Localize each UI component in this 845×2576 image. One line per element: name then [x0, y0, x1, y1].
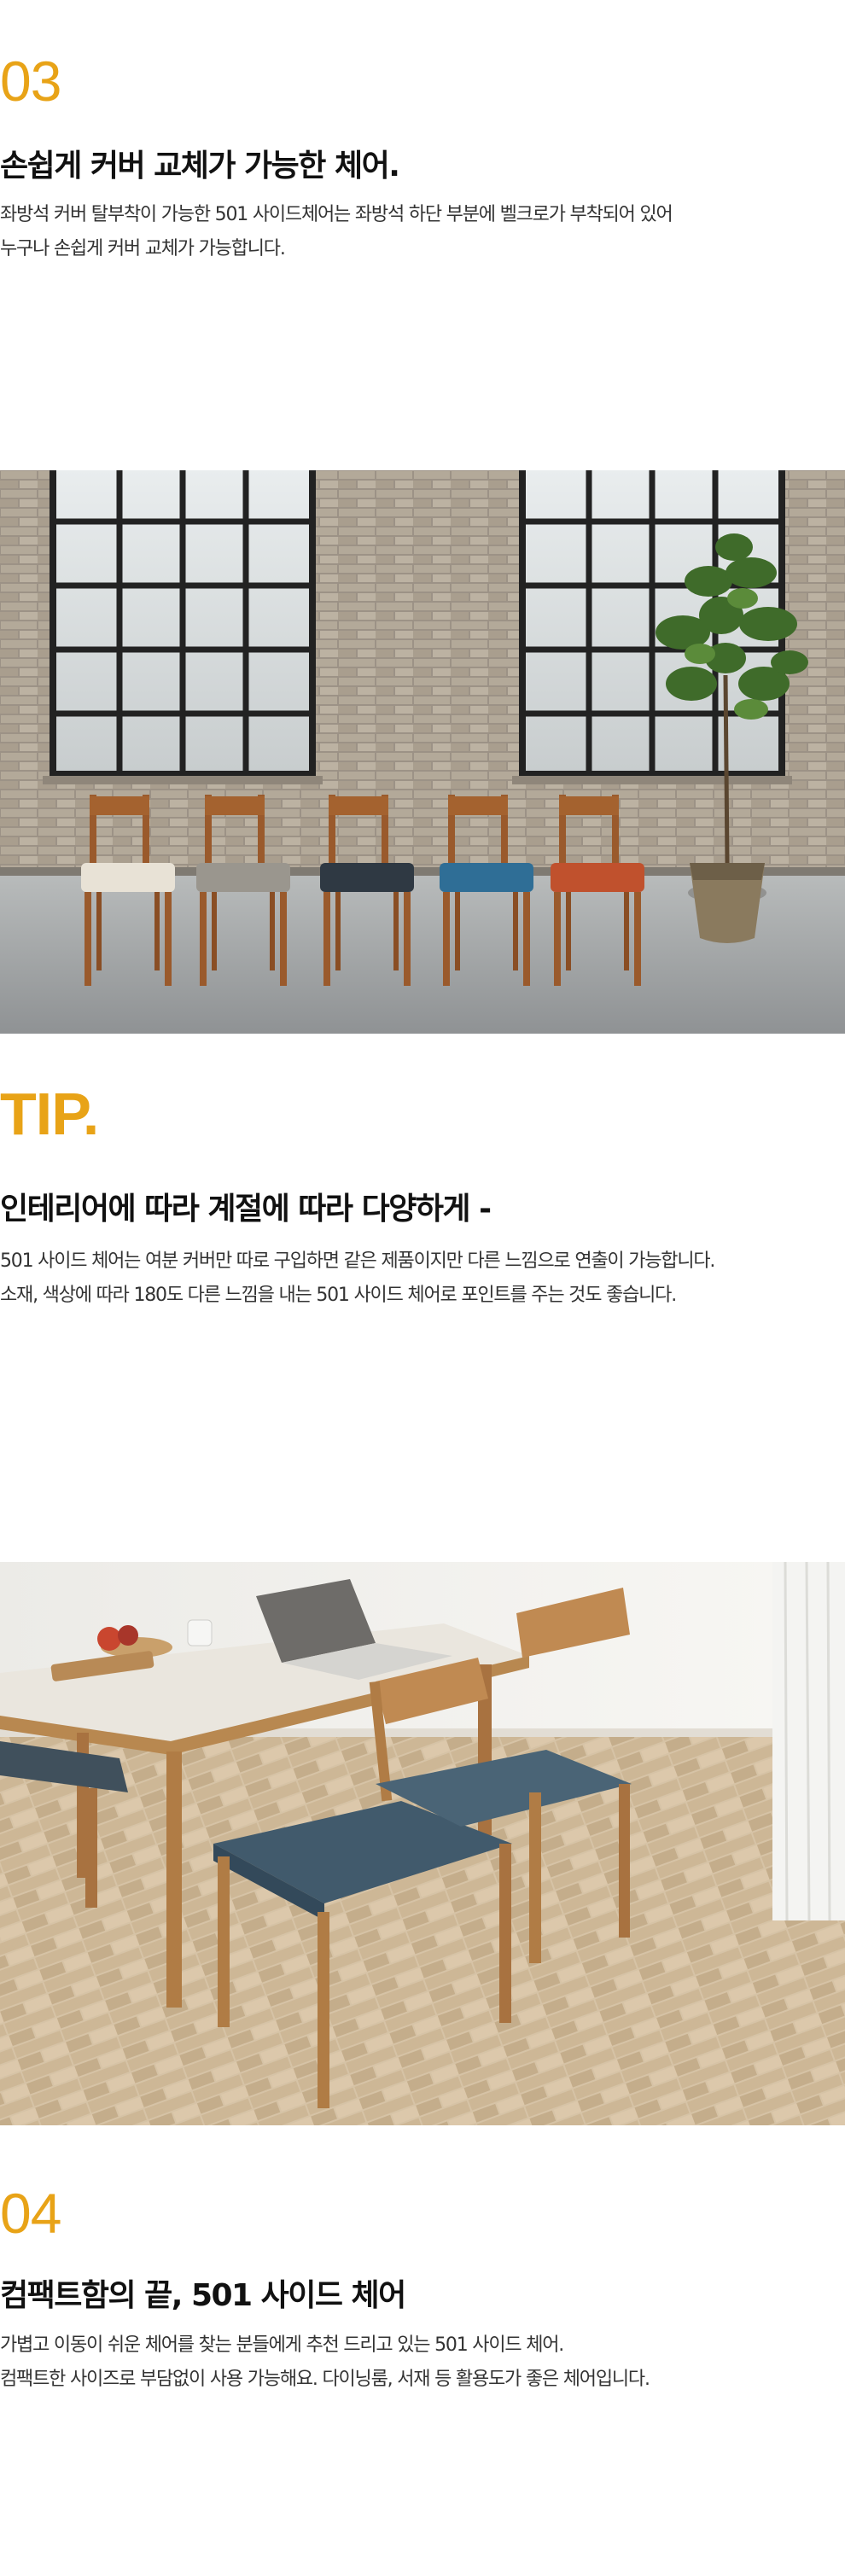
tip-description-line-1: 501 사이드 체어는 여분 커버만 따로 구입하면 같은 제품이지만 다른 느… — [0, 1250, 715, 1272]
section-number-04: 04 — [0, 2182, 61, 2245]
tip-label: TIP. — [0, 1081, 99, 1147]
section-title: 손쉽게 커버 교체가 가능한 체어. — [0, 149, 400, 184]
photo-dining-table-chairs — [0, 1562, 845, 2125]
photo-chairs-brick-wall — [0, 470, 845, 1034]
section-04-description-line-2: 컴팩트한 사이즈로 부담없이 사용 가능해요. 다이닝룸, 서재 등 활용도가 … — [0, 2369, 650, 2390]
section-description-line-2: 누구나 손쉽게 커버 교체가 가능합니다. — [0, 238, 286, 259]
curtain — [772, 1562, 845, 1921]
tip-title: 인테리어에 따라 계절에 따라 다양하게 - — [0, 1192, 492, 1227]
section-title-04: 컴팩트함의 끝, 501 사이드 체어 — [0, 2278, 406, 2313]
tip-description-line-2: 소재, 색상에 따라 180도 다른 느낌을 내는 501 사이드 체어로 포인… — [0, 1285, 677, 1306]
section-number-03: 03 — [0, 50, 61, 113]
section-04-description-line-1: 가볍고 이동이 쉬운 체어를 찾는 분들에게 추천 드리고 있는 501 사이드… — [0, 2334, 564, 2356]
window-left — [43, 470, 323, 784]
section-description-line-1: 좌방석 커버 탈부착이 가능한 501 사이드체어는 좌방석 하단 부분에 벨크… — [0, 204, 673, 225]
